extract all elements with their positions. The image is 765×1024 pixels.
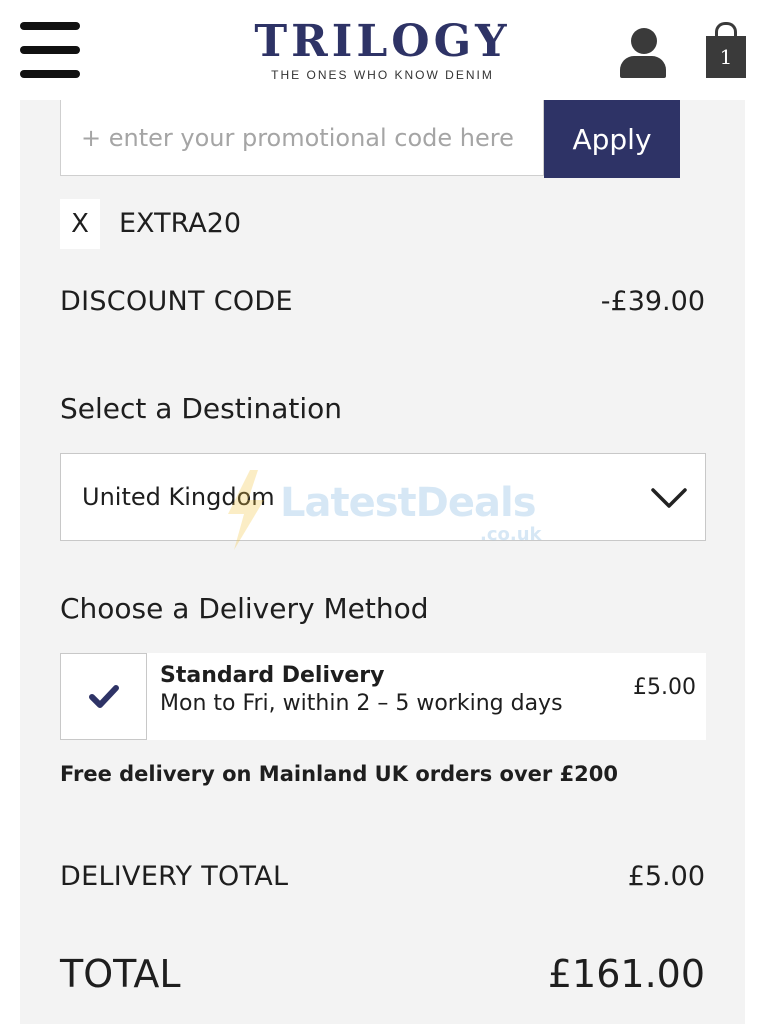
free-delivery-note: Free delivery on Mainland UK orders over… [60,762,619,786]
apply-promo-button[interactable]: Apply [544,100,680,178]
checkmark-icon [89,685,119,708]
delivery-option-name: Standard Delivery [160,663,385,688]
applied-promo-code: EXTRA20 [119,208,242,239]
user-account-icon[interactable] [620,28,666,78]
delivery-option-standard[interactable]: Standard Delivery Mon to Fri, within 2 –… [60,653,706,740]
discount-code-value: -£39.00 [600,286,705,317]
promo-code-input[interactable] [60,100,544,176]
logo-tagline: THE ONES WHO KNOW DENIM [271,68,494,82]
delivery-method-title: Choose a Delivery Method [60,592,429,625]
order-total-label: TOTAL [60,952,181,996]
chevron-down-icon [651,488,687,508]
order-total-value: £161.00 [547,952,705,996]
logo-wordmark: TRILOGY [254,16,511,67]
shopping-bag-icon[interactable]: 1 [706,22,746,78]
destination-select[interactable]: United Kingdom [60,453,706,541]
bag-count-badge: 1 [706,36,746,78]
site-header: TRILOGY THE ONES WHO KNOW DENIM 1 [0,0,765,100]
delivery-option-price: £5.00 [633,675,696,700]
remove-code-button[interactable]: X [60,199,100,249]
discount-code-label: DISCOUNT CODE [60,286,293,317]
delivery-total-label: DELIVERY TOTAL [60,861,289,892]
destination-selected-value: United Kingdom [82,483,275,511]
checkout-page: TRILOGY THE ONES WHO KNOW DENIM 1 Apply … [0,0,765,1024]
order-summary-panel: Apply X EXTRA20 DISCOUNT CODE -£39.00 Se… [20,100,745,1024]
delivery-total-value: £5.00 [627,861,705,892]
delivery-option-checkbox[interactable] [60,653,147,740]
hamburger-menu-icon[interactable] [20,22,80,78]
destination-title: Select a Destination [60,392,343,425]
brand-logo[interactable]: TRILOGY THE ONES WHO KNOW DENIM [220,16,545,83]
delivery-option-description: Mon to Fri, within 2 – 5 working days [160,691,563,716]
